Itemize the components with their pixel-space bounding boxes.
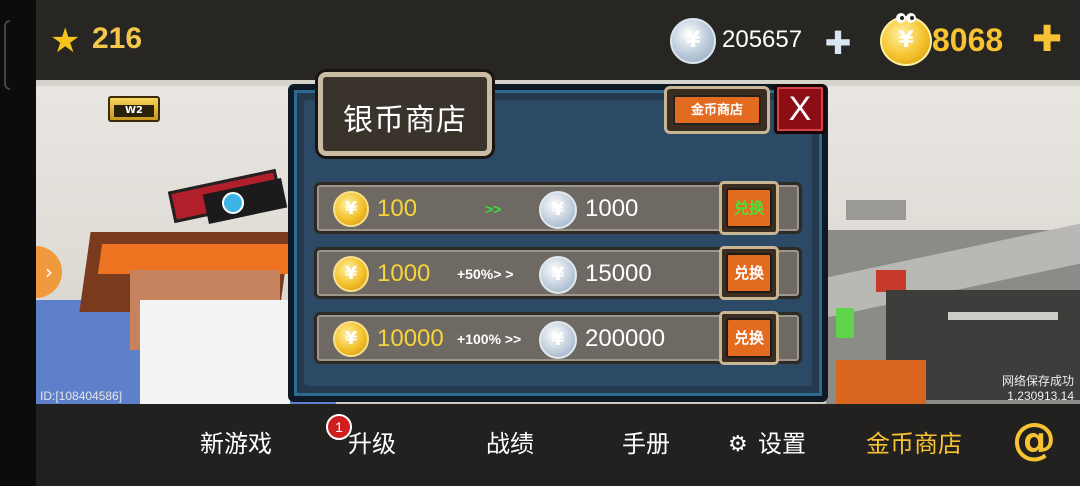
exchange-row: ¥ 100 >> ¥ 1000 兑换 [314,181,802,235]
silver-amount: 15000 [585,260,652,287]
green-block [836,308,854,338]
gold-amount: 10000 [377,325,444,352]
silver-coin-icon: ¥ [539,321,577,359]
gold-shop-tab[interactable]: 金币商店 [664,86,770,134]
car-red [876,270,906,292]
upgrade-badge: 1 [326,414,352,440]
gold-coin-icon: ¥ [333,191,369,227]
exchange-button[interactable]: 兑换 [719,181,779,235]
gun-logo-icon [222,192,244,214]
edge-handle [4,20,10,90]
bonus-label: +50%> > [457,266,514,282]
gold-count: 8068 [932,22,1004,58]
gold-coin-icon: ¥ [333,321,369,357]
weapon-badge-label: W2 [114,105,154,117]
rooftop-edge [948,312,1058,320]
gear-icon: ⚙ [728,432,748,457]
nav-settings[interactable]: 设置 [758,424,806,459]
at-icon[interactable]: @ [1012,418,1056,462]
star-count: 216 [92,22,143,55]
nav-manual[interactable]: 手册 [622,424,670,459]
gold-coin-icon: ¥ [333,256,369,292]
exchange-button-label: 兑换 [726,253,772,293]
silver-coin-icon: ¥ [539,256,577,294]
star-icon: ★ [50,21,81,61]
exchange-row: ¥ 10000 +100% >> ¥ 200000 兑换 [314,311,802,365]
silver-amount: 1000 [585,195,639,222]
silver-amount: 200000 [585,325,666,352]
nav-record[interactable]: 战绩 [486,424,534,459]
gold-shop-tab-label: 金币商店 [673,95,761,125]
gold-amount: 100 [377,195,418,222]
silver-coin-icon: ¥ [670,18,716,64]
bonus-label: >> [485,201,502,217]
close-button[interactable]: X [774,84,826,134]
save-status: 网络保存成功 1.230913.14 [1002,374,1074,404]
orange-building [836,360,926,406]
save-status-text: 网络保存成功 [1001,374,1074,388]
exchange-button[interactable]: 兑换 [719,311,779,365]
version-text: 1.230913.14 [1007,389,1074,403]
nav-new-game[interactable]: 新游戏 [200,424,272,459]
player-id: ID:[108404586] [40,389,123,403]
weapon-badge[interactable]: W2 [108,96,160,122]
gold-amount: 1000 [377,260,431,287]
left-edge [0,0,36,486]
shop-title-box: 银币商店 [318,72,492,156]
nav-upgrade[interactable]: 升级 [348,424,396,459]
exchange-button-label: 兑换 [726,318,772,358]
building [846,200,906,220]
nav-gold-shop[interactable]: 金币商店 [866,424,962,459]
exchange-button-label: 兑换 [726,188,772,228]
add-silver-button[interactable]: ✚ [824,27,852,59]
character-body [140,300,290,404]
bonus-label: +100% >> [457,331,522,347]
silver-count: 205657 [722,26,803,53]
gold-coin-eyes-icon [896,13,916,23]
exchange-row: ¥ 1000 +50%> > ¥ 15000 兑换 [314,246,802,300]
exchange-button[interactable]: 兑换 [719,246,779,300]
silver-coin-icon: ¥ [539,191,577,229]
shop-title: 银币商店 [343,103,467,138]
add-gold-button[interactable]: ✚ [1032,22,1062,58]
